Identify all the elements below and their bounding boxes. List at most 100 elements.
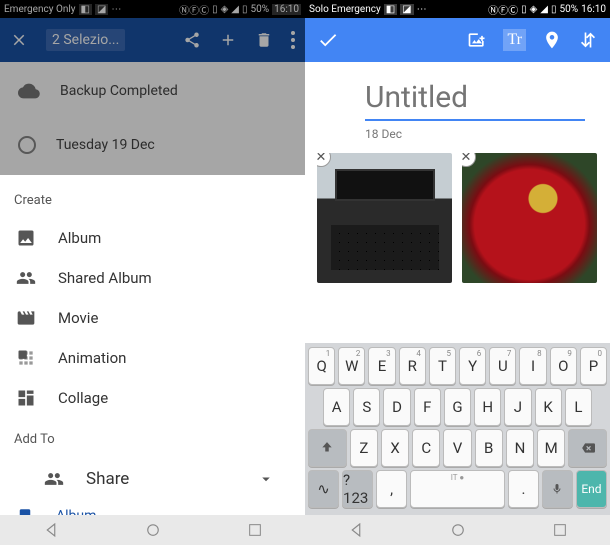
trash-icon[interactable] xyxy=(255,31,273,49)
key-z[interactable]: Z xyxy=(350,429,378,467)
text-icon[interactable]: Tr xyxy=(503,29,526,51)
key-w[interactable]: W2 xyxy=(338,347,365,385)
battery-pct: 50% xyxy=(560,4,579,15)
key-shift[interactable] xyxy=(308,429,347,467)
key-a[interactable]: A xyxy=(323,388,350,426)
recents-icon[interactable] xyxy=(552,522,568,538)
back-icon[interactable] xyxy=(347,521,365,539)
share-icon[interactable] xyxy=(183,31,201,49)
key-k[interactable]: K xyxy=(535,388,562,426)
option-label: Album xyxy=(58,229,101,247)
key-h[interactable]: H xyxy=(474,388,501,426)
status-icon: ◪ xyxy=(400,4,413,15)
clock: 16:10 xyxy=(581,4,606,15)
nfc-icon: ⓃⒻⒸ xyxy=(488,2,518,17)
key-u[interactable]: U7 xyxy=(489,347,516,385)
key-mic[interactable] xyxy=(542,470,573,508)
option-label: Shared Album xyxy=(58,269,152,287)
recents-icon[interactable] xyxy=(247,522,263,538)
key-e[interactable]: E3 xyxy=(368,347,395,385)
android-navbar xyxy=(305,515,610,545)
collage-icon xyxy=(16,388,36,408)
album-title-input[interactable] xyxy=(365,80,585,121)
album-thumbnails: ✕ ✕ xyxy=(305,145,610,291)
thumbnail-photo-flowers[interactable]: ✕ xyxy=(462,153,597,283)
key-n[interactable]: N xyxy=(506,429,534,467)
key-d[interactable]: D xyxy=(383,388,410,426)
key-m[interactable]: M xyxy=(537,429,565,467)
signal-icon: ◢ xyxy=(540,4,548,15)
status-icon: ◧ xyxy=(79,4,92,15)
add-photo-icon[interactable] xyxy=(467,30,487,50)
home-icon[interactable] xyxy=(144,521,162,539)
chevron-down-icon xyxy=(257,470,275,488)
key-t[interactable]: T5 xyxy=(429,347,456,385)
status-icon: ⋯ xyxy=(417,4,427,15)
key-g[interactable]: G xyxy=(444,388,471,426)
editor-toolbar: Tr xyxy=(305,18,610,62)
key-s[interactable]: S xyxy=(353,388,380,426)
key-x[interactable]: X xyxy=(381,429,409,467)
vibrate-icon: ▯ xyxy=(212,4,218,15)
battery-icon: ▯ xyxy=(242,4,248,15)
remove-icon[interactable]: ✕ xyxy=(317,153,331,167)
option-label: Animation xyxy=(58,349,126,367)
add-to-share[interactable]: Share xyxy=(0,457,305,501)
create-option-collage[interactable]: Collage xyxy=(0,378,305,418)
remove-icon[interactable]: ✕ xyxy=(462,153,476,167)
key-j[interactable]: J xyxy=(504,388,531,426)
key-,[interactable]: , xyxy=(376,470,407,508)
key-space[interactable]: IT ● xyxy=(410,470,505,508)
add-icon[interactable] xyxy=(219,31,237,49)
key-q[interactable]: Q1 xyxy=(308,347,335,385)
key-f[interactable]: F xyxy=(414,388,441,426)
overflow-icon[interactable] xyxy=(291,31,295,49)
selection-toolbar: 2 Selezio... xyxy=(0,18,305,62)
location-icon[interactable] xyxy=(542,30,562,50)
create-option-animation[interactable]: Animation xyxy=(0,338,305,378)
key-r[interactable]: R4 xyxy=(399,347,426,385)
date-row[interactable]: Tuesday 19 Dec xyxy=(0,120,305,170)
key-l[interactable]: L xyxy=(565,388,592,426)
album-editor: 18 Dec xyxy=(305,62,610,145)
clock: 16:10 xyxy=(272,4,301,15)
people-icon xyxy=(44,469,64,489)
back-icon[interactable] xyxy=(42,521,60,539)
movie-icon xyxy=(16,308,36,328)
create-option-shared-album[interactable]: Shared Album xyxy=(0,258,305,298)
check-icon[interactable] xyxy=(317,29,339,51)
thumbnail-photo-laptop[interactable]: ✕ xyxy=(317,153,452,283)
key-c[interactable]: C xyxy=(412,429,440,467)
bottom-sheet: Create Album Shared Album Movie Animatio… xyxy=(0,175,305,545)
create-option-movie[interactable]: Movie xyxy=(0,298,305,338)
key-enter[interactable]: End xyxy=(576,470,607,508)
sort-icon[interactable] xyxy=(578,30,598,50)
signal-icon: ◢ xyxy=(231,4,239,15)
key-b[interactable]: B xyxy=(475,429,503,467)
key-i[interactable]: I8 xyxy=(519,347,546,385)
select-circle-icon[interactable] xyxy=(18,136,36,154)
close-icon[interactable] xyxy=(10,31,28,49)
key-backspace[interactable] xyxy=(568,429,607,467)
create-option-album[interactable]: Album xyxy=(0,218,305,258)
status-icon: ◪ xyxy=(95,4,108,15)
soft-keyboard: Q1W2E3R4T5Y6U7I8O9P0 ASDFGHJKL ZXCVBNM ∿… xyxy=(305,343,610,515)
status-icon: ⋯ xyxy=(111,4,121,15)
right-screenshot: Solo Emergency ◧ ◪ ⋯ ⓃⒻⒸ ▯ ◈ ◢ ▯ 50% 16:… xyxy=(305,0,610,545)
key-swipe[interactable]: ∿ xyxy=(308,470,339,508)
carrier-text: Solo Emergency xyxy=(309,4,381,15)
key-p[interactable]: P0 xyxy=(580,347,607,385)
android-navbar xyxy=(0,515,305,545)
people-icon xyxy=(16,268,36,288)
sheet-header-addto: Add To xyxy=(0,426,305,457)
sheet-header-create: Create xyxy=(0,187,305,218)
key-?123[interactable]: ?123 xyxy=(342,470,373,508)
key-v[interactable]: V xyxy=(443,429,471,467)
battery-icon: ▯ xyxy=(551,4,557,15)
key-.[interactable]: . xyxy=(508,470,539,508)
key-o[interactable]: O9 xyxy=(550,347,577,385)
home-icon[interactable] xyxy=(449,521,467,539)
key-y[interactable]: Y6 xyxy=(459,347,486,385)
backup-text: Backup Completed xyxy=(60,83,178,99)
option-label: Movie xyxy=(58,309,98,327)
